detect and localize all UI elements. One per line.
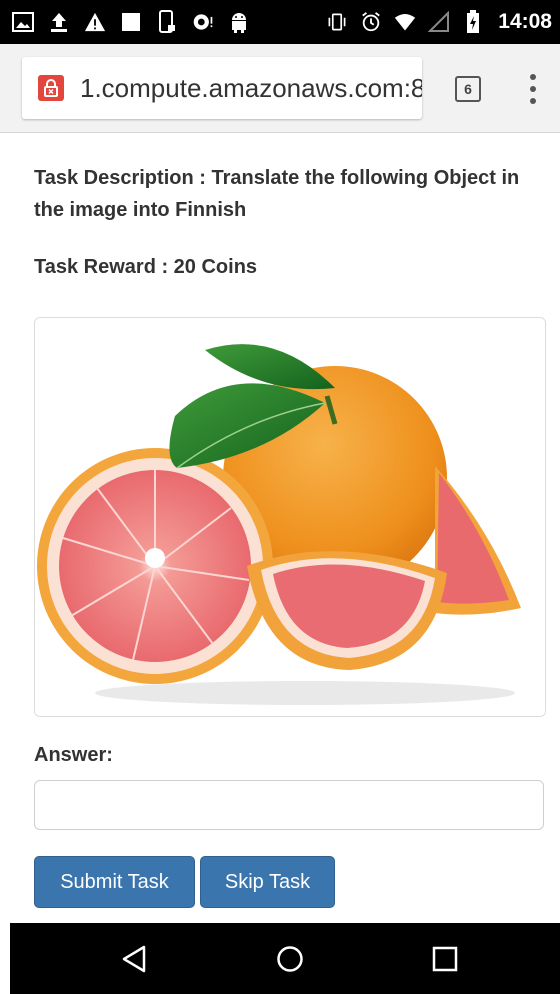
back-icon[interactable]: [120, 944, 150, 974]
battery-charging-icon: [462, 10, 484, 33]
tab-switcher-button[interactable]: 6: [455, 76, 481, 102]
system-icons: 14:08: [326, 8, 552, 36]
square-icon: [120, 11, 142, 33]
clock: 14:08: [498, 10, 552, 33]
url-text[interactable]: 1.compute.amazonaws.com:8: [80, 73, 422, 104]
status-bar: 14:08: [0, 0, 560, 44]
home-icon[interactable]: [275, 944, 305, 974]
skip-task-button[interactable]: Skip Task: [200, 856, 335, 908]
kebab-menu-icon[interactable]: [525, 74, 541, 104]
task-image: [34, 317, 546, 717]
navigation-bar: [10, 923, 560, 994]
omnibox[interactable]: 1.compute.amazonaws.com:8: [22, 57, 422, 119]
wifi-icon: [394, 11, 416, 33]
recents-icon[interactable]: [430, 944, 460, 974]
alarm-icon: [360, 11, 382, 33]
vibrate-icon: [326, 11, 348, 33]
phone-lock-icon: [156, 10, 178, 33]
signal-icon: [428, 11, 450, 33]
lock-error-icon[interactable]: [38, 75, 64, 101]
submit-task-button[interactable]: Submit Task: [34, 856, 195, 908]
task-description: Task Description : Translate the followi…: [34, 167, 520, 221]
upload-icon: [48, 11, 70, 33]
answer-input[interactable]: [34, 780, 544, 830]
notification-icons: [12, 8, 250, 36]
warning-icon: [84, 11, 106, 33]
image-icon: [12, 11, 34, 33]
browser-toolbar: 1.compute.amazonaws.com:8 6: [0, 44, 560, 133]
answer-label: Answer:: [34, 744, 113, 766]
android-icon: [228, 11, 250, 33]
cast-icon: [192, 11, 214, 33]
task-reward: Task Reward : 20 Coins: [34, 256, 258, 278]
grapefruit-image: [35, 318, 545, 716]
